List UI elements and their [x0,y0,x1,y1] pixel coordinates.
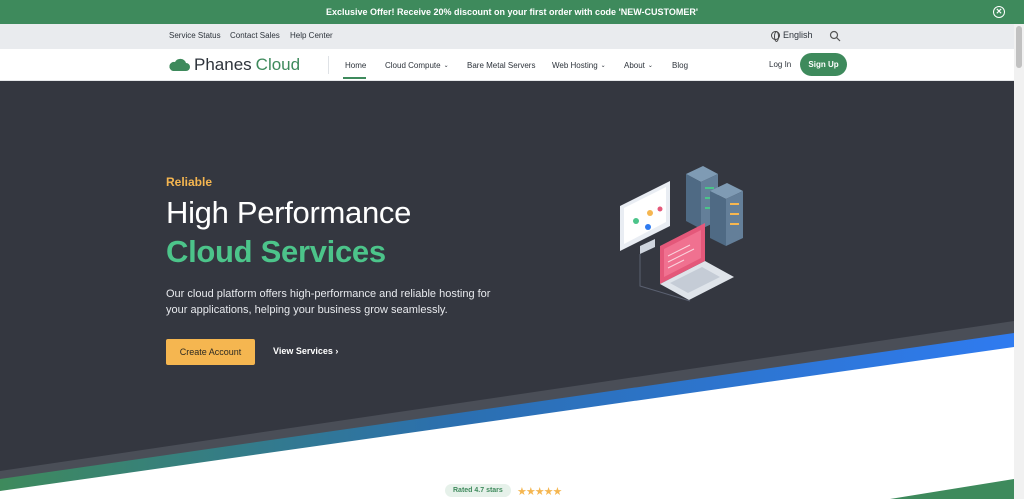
monitor-illustration-icon [620,181,670,254]
login-link[interactable]: Log In [769,60,791,69]
nav-item-blog[interactable]: Blog [672,61,688,70]
service-status-link[interactable]: Service Status [169,31,221,40]
chevron-down-icon: ⌄ [647,63,653,69]
promo-banner: Exclusive Offer! Receive 20% discount on… [0,0,1024,24]
hero-title-line-1: High Performance [166,195,412,230]
promo-text: Exclusive Offer! Receive 20% discount on… [325,7,698,17]
logo-text-cloud: Cloud [255,55,301,74]
logo[interactable]: Phanes Cloud [168,55,300,75]
nav-item-label: Cloud Compute [385,61,441,70]
chevron-down-icon: ⌄ [443,63,449,69]
nav-active-indicator [343,77,366,79]
view-services-link[interactable]: View Services › [273,346,338,356]
hero-description: Our cloud platform offers high-performan… [166,288,491,316]
cloud-logo-icon [169,58,190,71]
nav-item-about[interactable]: About ⌄ [624,61,653,70]
create-account-button[interactable]: Create Account [166,339,255,365]
nav-item-bare-metal-servers[interactable]: Bare Metal Servers [467,61,535,70]
close-circle-icon[interactable]: ✕ [993,6,1005,18]
logo-divider [328,56,329,74]
hero-title-line-2: Cloud Services [166,234,386,269]
nav-item-label: Bare Metal Servers [467,61,536,70]
hero-section: Reliable High Performance Cloud Services… [0,81,1014,499]
help-center-link[interactable]: Help Center [290,31,333,40]
language-selector[interactable]: English [771,30,813,42]
search-icon[interactable] [829,30,841,42]
utility-bar: Service Status Contact Sales Help Center… [0,24,1014,49]
nav-item-label: About [624,61,645,70]
page: Exclusive Offer! Receive 20% discount on… [0,0,1024,499]
nav-item-label: Blog [672,61,689,70]
nav-item-label: Home [345,61,367,70]
logo-text-phanes: Phanes [194,55,252,74]
nav-item-home[interactable]: Home [345,61,366,70]
main-nav: Phanes Cloud Home Cloud Compute ⌄ Bare Me… [0,49,1014,81]
globe-icon [771,30,780,42]
nav-item-label: Web Hosting [552,61,598,70]
chevron-down-icon: ⌄ [600,63,606,69]
language-label: English [783,30,813,40]
contact-sales-link[interactable]: Contact Sales [230,31,280,40]
hero-background-shapes [0,166,1014,499]
scrollbar-thumb[interactable] [1016,26,1022,68]
page-scrollbar[interactable] [1014,24,1024,499]
rating-stars-icon: ★★★★★ [517,486,562,498]
nav-item-web-hosting[interactable]: Web Hosting ⌄ [552,61,606,70]
rating-badge: Rated 4.7 stars [445,484,511,497]
hero-eyebrow: Reliable [166,175,213,189]
nav-item-cloud-compute[interactable]: Cloud Compute ⌄ [385,61,449,70]
signup-button[interactable]: Sign Up [800,53,847,76]
